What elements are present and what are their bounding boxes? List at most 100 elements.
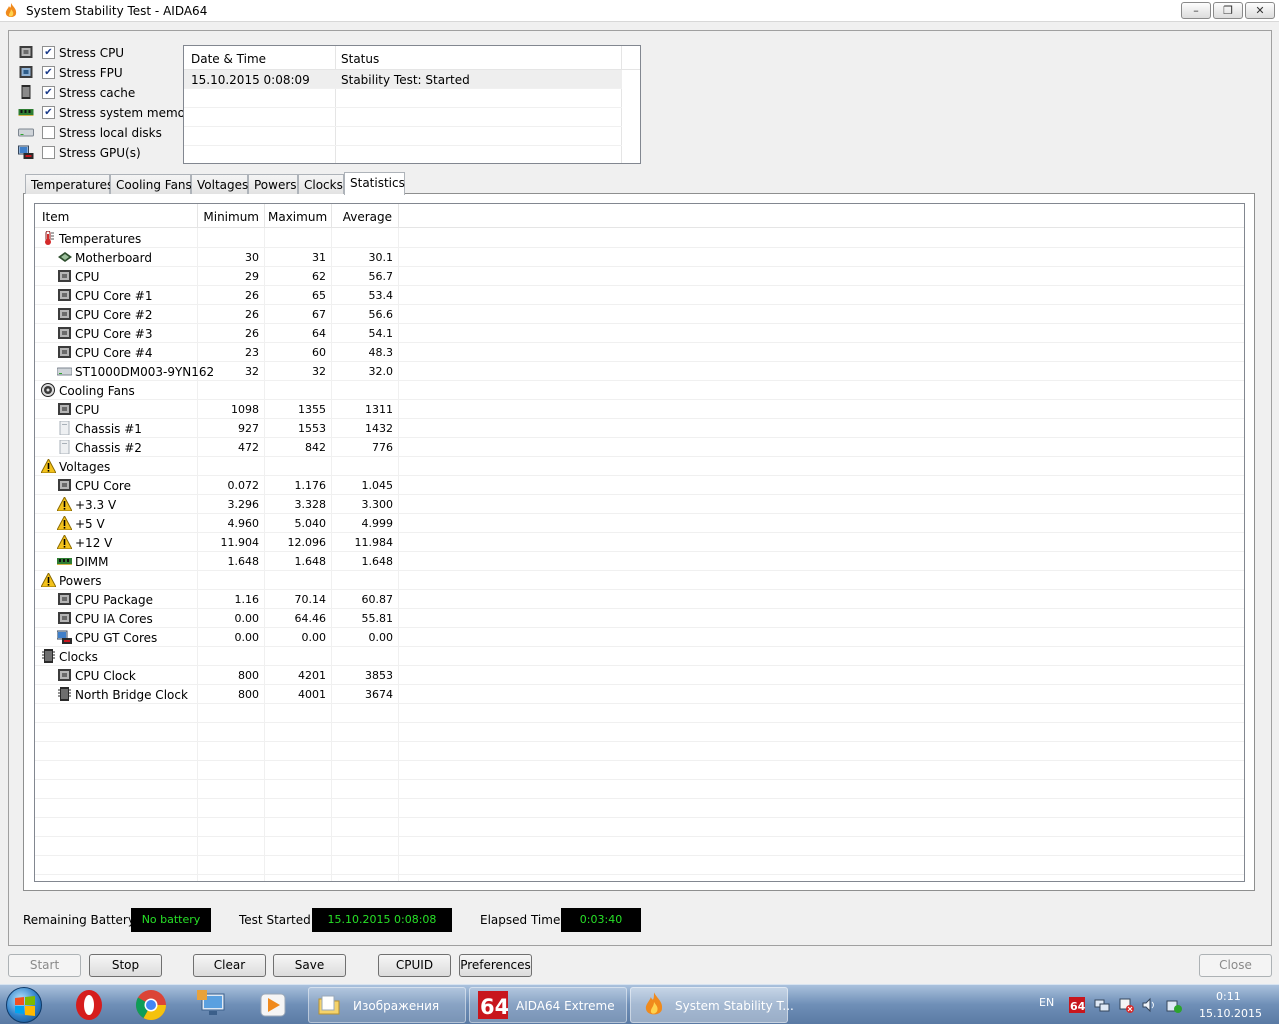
opera-pinned[interactable] xyxy=(63,988,115,1022)
statistics-row[interactable]: CPU Core #1 26 65 53.4 xyxy=(35,286,1244,305)
statistics-row[interactable]: CPU 29 62 56.7 xyxy=(35,267,1244,286)
stress-option-label: Stress cache xyxy=(59,86,136,100)
tab-cooling-fans[interactable]: Cooling Fans xyxy=(110,174,192,194)
tab-temperatures[interactable]: Temperatures xyxy=(25,174,113,194)
stress-checkbox[interactable]: ✔ xyxy=(42,86,55,99)
taskbar-task-stability[interactable]: System Stability T... xyxy=(630,987,794,1023)
tab-clocks[interactable]: Clocks xyxy=(298,174,344,194)
start-button[interactable]: Start xyxy=(8,954,81,977)
volume-tray-icon[interactable] xyxy=(1142,997,1158,1013)
battery-label: Remaining Battery: xyxy=(23,913,139,927)
statistics-row[interactable]: CPU Core #3 26 64 54.1 xyxy=(35,324,1244,343)
statistics-row[interactable]: CPU Clock 800 4201 3853 xyxy=(35,666,1244,685)
statistics-max-value: 3.328 xyxy=(294,498,327,511)
statistics-avg-value: 55.81 xyxy=(361,612,394,625)
maximize-button[interactable]: ❐ xyxy=(1213,2,1243,19)
clock-time[interactable]: 0:11 xyxy=(1216,990,1241,1003)
preferences-button[interactable]: Preferences xyxy=(459,954,532,977)
stress-option-label: Stress CPU xyxy=(59,46,125,60)
svg-text:64: 64 xyxy=(1070,1000,1085,1013)
disk-icon xyxy=(18,128,34,137)
clear-button[interactable]: Clear xyxy=(193,954,266,977)
remote-pinned[interactable] xyxy=(186,988,238,1022)
tab-voltages[interactable]: Voltages xyxy=(191,174,248,194)
statistics-max-value: 64.46 xyxy=(294,612,327,625)
statistics-max-value: 4201 xyxy=(298,669,326,682)
clock-date[interactable]: 15.10.2015 xyxy=(1199,1007,1262,1020)
statistics-item-name: CPU Core #1 xyxy=(75,289,153,303)
statistics-row[interactable]: CPU IA Cores 0.00 64.46 55.81 xyxy=(35,609,1244,628)
col-minimum[interactable]: Minimum xyxy=(201,210,259,224)
aida64-tray-icon[interactable]: 64 xyxy=(1069,997,1085,1013)
statistics-row[interactable]: Chassis #2 472 842 776 xyxy=(35,438,1244,457)
statistics-row[interactable]: Chassis #1 927 1553 1432 xyxy=(35,419,1244,438)
network-tray-icon[interactable] xyxy=(1094,997,1110,1013)
statistics-max-value: 65 xyxy=(312,289,326,302)
log-col-datetime[interactable]: Date & Time xyxy=(191,52,266,66)
statistics-row[interactable]: DIMM 1.648 1.648 1.648 xyxy=(35,552,1244,571)
log-status: Stability Test: Started xyxy=(341,73,470,87)
statistics-min-value: 1.16 xyxy=(234,593,260,606)
save-button[interactable]: Save xyxy=(273,954,346,977)
statistics-group-row[interactable]: Powers xyxy=(35,571,1244,590)
chrome-pinned[interactable] xyxy=(125,988,177,1022)
svg-text:64: 64 xyxy=(480,995,508,1019)
tab-powers[interactable]: Powers xyxy=(248,174,298,194)
taskbar-task-aida64[interactable]: 64 AIDA64 Extreme xyxy=(469,987,627,1023)
statistics-item-name: Chassis #2 xyxy=(75,441,142,455)
stress-checkbox[interactable] xyxy=(42,126,55,139)
col-maximum[interactable]: Maximum xyxy=(268,210,327,224)
log-row[interactable]: 15.10.2015 0:08:09 Stability Test: Start… xyxy=(184,70,622,89)
statistics-group-row[interactable]: Temperatures xyxy=(35,229,1244,248)
statistics-row[interactable]: +12 V 11.904 12.096 11.984 xyxy=(35,533,1244,552)
stress-checkbox[interactable] xyxy=(42,146,55,159)
statistics-row[interactable]: Motherboard 30 31 30.1 xyxy=(35,248,1244,267)
statistics-header: Item Minimum Maximum Average xyxy=(35,204,1244,228)
cpuid-button[interactable]: CPUID xyxy=(378,954,451,977)
minimize-button[interactable]: – xyxy=(1181,2,1211,19)
statistics-row[interactable]: North Bridge Clock 800 4001 3674 xyxy=(35,685,1244,704)
test-started-value: 15.10.2015 0:08:08 xyxy=(312,908,452,932)
statistics-min-value: 26 xyxy=(245,289,259,302)
statistics-row[interactable]: CPU Core #4 23 60 48.3 xyxy=(35,343,1244,362)
stress-checkbox[interactable]: ✔ xyxy=(42,46,55,59)
language-indicator[interactable]: EN xyxy=(1039,996,1054,1009)
statistics-row[interactable]: CPU Core 0.072 1.176 1.045 xyxy=(35,476,1244,495)
statistics-row[interactable]: ST1000DM003-9YN162 32 32 32.0 xyxy=(35,362,1244,381)
col-average[interactable]: Average xyxy=(335,210,392,224)
action-center-tray-icon[interactable] xyxy=(1118,997,1134,1013)
statistics-row[interactable]: CPU Core #2 26 67 56.6 xyxy=(35,305,1244,324)
statistics-min-value: 26 xyxy=(245,327,259,340)
close-window-button[interactable]: ✕ xyxy=(1245,2,1275,19)
statistics-row[interactable]: CPU GT Cores 0.00 0.00 0.00 xyxy=(35,628,1244,647)
cpu-icon xyxy=(58,327,71,339)
taskbar-task-images[interactable]: Изображения xyxy=(308,987,466,1023)
statistics-empty-row xyxy=(35,761,1244,780)
statistics-row[interactable]: +5 V 4.960 5.040 4.999 xyxy=(35,514,1244,533)
statistics-max-value: 1553 xyxy=(298,422,326,435)
statistics-max-value: 842 xyxy=(305,441,326,454)
tab-statistics[interactable]: Statistics xyxy=(344,172,405,195)
statistics-min-value: 0.00 xyxy=(234,612,260,625)
stress-checkbox[interactable]: ✔ xyxy=(42,106,55,119)
statistics-group-row[interactable]: Clocks xyxy=(35,647,1244,666)
statistics-min-value: 800 xyxy=(238,669,259,682)
close-button[interactable]: Close xyxy=(1199,954,1272,977)
statistics-group-row[interactable]: Voltages xyxy=(35,457,1244,476)
statistics-table[interactable]: Temperatures Motherboard 30 31 30.1 CPU 29 62 56… xyxy=(34,203,1245,882)
log-table[interactable]: Date & Time Status 15.10.2015 0:08:09 St… xyxy=(183,45,641,164)
statistics-empty-row xyxy=(35,818,1244,837)
statistics-row[interactable]: CPU 1098 1355 1311 xyxy=(35,400,1244,419)
statistics-group-row[interactable]: Cooling Fans xyxy=(35,381,1244,400)
statistics-row[interactable]: +3.3 V 3.296 3.328 3.300 xyxy=(35,495,1244,514)
media-player-pinned[interactable] xyxy=(247,988,299,1022)
security-tray-icon[interactable] xyxy=(1166,997,1182,1013)
start-button[interactable] xyxy=(6,987,42,1023)
stop-button[interactable]: Stop xyxy=(89,954,162,977)
log-col-status[interactable]: Status xyxy=(341,52,379,66)
cpu-icon xyxy=(58,593,71,605)
gpu-icon xyxy=(57,630,72,644)
col-item[interactable]: Item xyxy=(42,210,69,224)
statistics-row[interactable]: CPU Package 1.16 70.14 60.87 xyxy=(35,590,1244,609)
stress-checkbox[interactable]: ✔ xyxy=(42,66,55,79)
